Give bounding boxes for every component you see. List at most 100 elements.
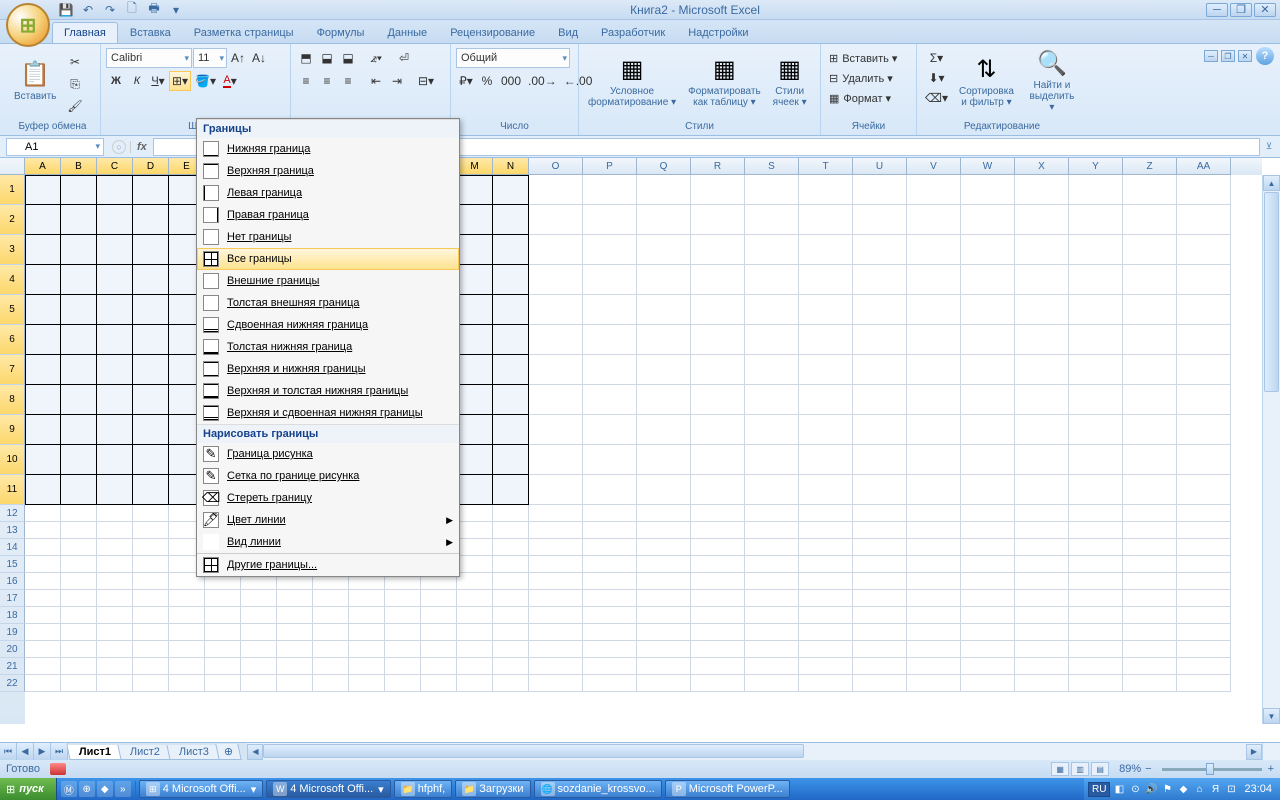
cell[interactable]: [1069, 355, 1123, 385]
cell[interactable]: [1069, 415, 1123, 445]
start-button[interactable]: пуск: [0, 778, 57, 800]
cell[interactable]: [493, 235, 529, 265]
column-header[interactable]: N: [493, 158, 529, 175]
cell[interactable]: [1177, 556, 1231, 573]
borders-button[interactable]: ⊞▾: [169, 71, 191, 91]
cell[interactable]: [1177, 675, 1231, 692]
cell[interactable]: [529, 205, 583, 235]
align-center-button[interactable]: ≡: [317, 71, 337, 91]
cell[interactable]: [133, 445, 169, 475]
autosum-button[interactable]: Σ▾: [922, 48, 951, 68]
cell[interactable]: [493, 658, 529, 675]
cell[interactable]: [97, 475, 133, 505]
cell[interactable]: [1015, 505, 1069, 522]
cell[interactable]: [169, 641, 205, 658]
row-header[interactable]: 3: [0, 235, 25, 265]
cell[interactable]: [25, 505, 61, 522]
minimize-button[interactable]: ─: [1206, 3, 1228, 17]
column-header[interactable]: AA: [1177, 158, 1231, 175]
cell[interactable]: [277, 590, 313, 607]
scroll-left-button[interactable]: ◀: [247, 744, 263, 760]
cell[interactable]: [1015, 445, 1069, 475]
column-header[interactable]: U: [853, 158, 907, 175]
row-header[interactable]: 9: [0, 415, 25, 445]
cell[interactable]: [583, 415, 637, 445]
cell[interactable]: [691, 624, 745, 641]
cell[interactable]: [961, 325, 1015, 355]
row-header[interactable]: 20: [0, 641, 25, 658]
cell[interactable]: [25, 205, 61, 235]
cell[interactable]: [493, 556, 529, 573]
cell[interactable]: [457, 675, 493, 692]
cell[interactable]: [907, 475, 961, 505]
cell[interactable]: [457, 355, 493, 385]
cell[interactable]: [961, 590, 1015, 607]
cell[interactable]: [349, 607, 385, 624]
cell[interactable]: [691, 556, 745, 573]
cell[interactable]: [25, 235, 61, 265]
cell[interactable]: [1177, 590, 1231, 607]
cell[interactable]: [133, 355, 169, 385]
cell[interactable]: [637, 573, 691, 590]
cell[interactable]: [745, 385, 799, 415]
cell[interactable]: [583, 641, 637, 658]
cell[interactable]: [385, 590, 421, 607]
cell[interactable]: [853, 573, 907, 590]
cell[interactable]: [25, 355, 61, 385]
workbook-close[interactable]: ✕: [1238, 50, 1252, 62]
name-box[interactable]: A1: [6, 138, 104, 156]
cell[interactable]: [493, 325, 529, 355]
cell[interactable]: [25, 675, 61, 692]
cell[interactable]: [799, 624, 853, 641]
cell[interactable]: [691, 355, 745, 385]
workbook-restore[interactable]: ❐: [1221, 50, 1235, 62]
sort-filter-button[interactable]: ⇅Сортировка и фильтр ▾: [955, 48, 1018, 114]
cell[interactable]: [853, 539, 907, 556]
cell[interactable]: [133, 205, 169, 235]
cell[interactable]: [691, 415, 745, 445]
cell[interactable]: [61, 475, 97, 505]
row-header[interactable]: 22: [0, 675, 25, 692]
normal-view-button[interactable]: ▦: [1051, 762, 1069, 776]
cell[interactable]: [529, 641, 583, 658]
cell[interactable]: [583, 556, 637, 573]
cell[interactable]: [97, 607, 133, 624]
cell[interactable]: [1069, 539, 1123, 556]
cell[interactable]: [97, 235, 133, 265]
cell[interactable]: [1123, 624, 1177, 641]
cell[interactable]: [1177, 505, 1231, 522]
fx-button[interactable]: fx: [130, 141, 147, 153]
cell[interactable]: [133, 475, 169, 505]
cell[interactable]: [961, 235, 1015, 265]
cell[interactable]: [1177, 573, 1231, 590]
cell[interactable]: [853, 385, 907, 415]
merge-button[interactable]: ⊟▾: [415, 71, 437, 91]
help-button[interactable]: ?: [1256, 47, 1274, 65]
cell[interactable]: [583, 385, 637, 415]
draw-border-item[interactable]: ✎Граница рисунка: [197, 443, 459, 465]
cell[interactable]: [799, 265, 853, 295]
border-top-double-bottom-item[interactable]: Верхняя и сдвоенная нижняя границы: [197, 402, 459, 424]
row-header[interactable]: 17: [0, 590, 25, 607]
row-header[interactable]: 6: [0, 325, 25, 355]
cell[interactable]: [25, 607, 61, 624]
cell[interactable]: [961, 573, 1015, 590]
cell[interactable]: [61, 522, 97, 539]
cell[interactable]: [907, 522, 961, 539]
cell[interactable]: [457, 205, 493, 235]
cell[interactable]: [97, 505, 133, 522]
cell[interactable]: [421, 624, 457, 641]
paste-button[interactable]: 📋 Вставить: [10, 48, 60, 114]
cell[interactable]: [961, 475, 1015, 505]
cell[interactable]: [61, 325, 97, 355]
cell[interactable]: [529, 675, 583, 692]
cell[interactable]: [1069, 505, 1123, 522]
cell-styles-button[interactable]: ▦Стили ячеек ▾: [769, 48, 811, 114]
cell[interactable]: [493, 505, 529, 522]
cell[interactable]: [745, 658, 799, 675]
cell[interactable]: [799, 445, 853, 475]
cell[interactable]: [169, 675, 205, 692]
cell[interactable]: [529, 607, 583, 624]
cell[interactable]: [1015, 641, 1069, 658]
cell[interactable]: [799, 658, 853, 675]
